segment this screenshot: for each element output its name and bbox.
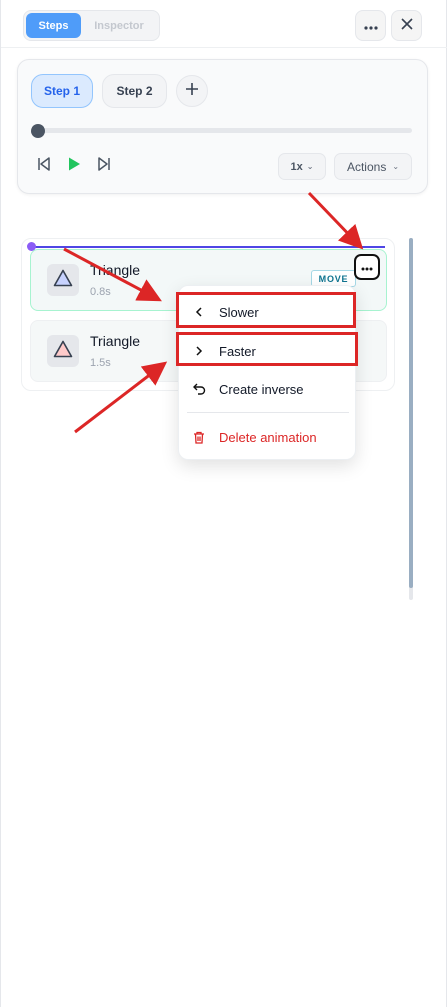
animation-panel: Steps Inspector Step 1 Step 2 1x ⌄ Actio… bbox=[0, 0, 447, 1007]
annotation-arrow bbox=[307, 191, 364, 250]
annotation-arrows bbox=[63, 191, 364, 434]
annotation-arrow bbox=[63, 247, 162, 302]
annotation-arrow bbox=[74, 361, 168, 434]
